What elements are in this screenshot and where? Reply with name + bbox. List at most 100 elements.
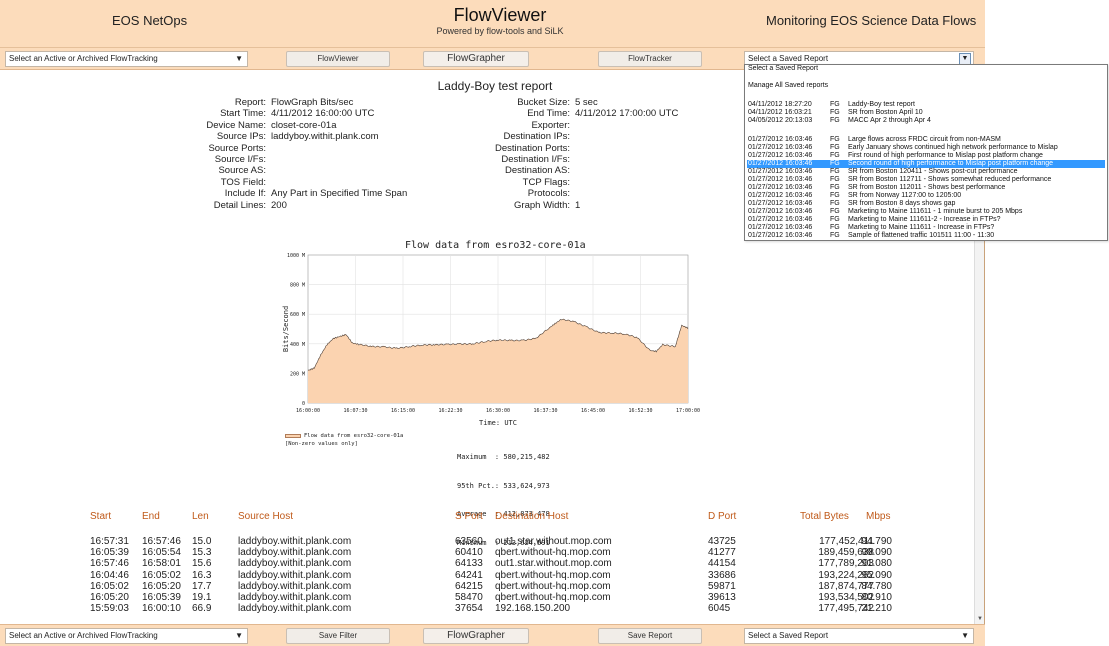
table-cell: laddyboy.withit.plank.com [238, 547, 352, 559]
table-cell: 21.210 [861, 603, 892, 615]
table-cell: 66.9 [192, 603, 212, 615]
table-cell: 15:59:03 [90, 603, 129, 615]
param-label: TCP Flags: [522, 176, 570, 188]
dropdown-option-type: FG [830, 224, 840, 231]
table-cell: 16:05:39 [142, 592, 181, 603]
dropdown-option[interactable]: 01/27/2012 16:03:46 FG Sample of flattened… [747, 232, 1105, 240]
table-cell: 16:58:01 [142, 558, 181, 570]
param-label: End Time: [527, 108, 570, 120]
param-value: 1 [575, 199, 581, 211]
flowviewer-window: EOS NetOps FlowViewer Powered by flow-to… [0, 0, 1109, 646]
param-row: Graph Width: 1 [460, 200, 678, 211]
flow-chart: 0 200 M 400 M 600 M 800 M 1000 M 16:00:00 16:07… [282, 253, 700, 427]
header-left-title: EOS NetOps [112, 13, 188, 28]
table-cell: laddyboy.withit.plank.com [238, 580, 352, 592]
table-cell: qbert.without-hq.mop.com [495, 569, 611, 581]
saved-report-select-bottom-value: Select a Saved Report [748, 631, 829, 640]
dropdown-option-ts: 01/27/2012 16:03:46 [748, 192, 813, 199]
dropdown-option-header[interactable]: Manage All Saved reports [747, 82, 1105, 90]
flowgrapher-button[interactable]: FlowGrapher [423, 51, 529, 67]
dropdown-option[interactable]: 01/27/2012 16:03:46 FG First round of high… [747, 152, 1105, 160]
dropdown-option[interactable]: 01/27/2012 16:03:46 FG SR from Boston 1127… [747, 176, 1105, 184]
save-report-button[interactable]: Save Report [598, 628, 702, 644]
chevron-down-icon: ▼ [235, 631, 243, 640]
legend-entry: Flow data from esro32-core-01a [285, 432, 403, 440]
dropdown-option[interactable]: 04/11/2012 18:27:20 FG Laddy-Boy test repo… [747, 101, 1105, 109]
table-cell: 19.1 [192, 592, 212, 603]
dropdown-option-type: FG [830, 176, 840, 183]
column-header: Destination Host [495, 511, 569, 522]
param-label: Source I/Fs: [214, 153, 266, 165]
param-row: Bucket Size: 5 sec [460, 97, 678, 108]
table-cell: 64133 [455, 558, 483, 570]
table-cell: 15.6 [192, 558, 212, 570]
dropdown-option-ts: 01/27/2012 16:03:46 [748, 168, 813, 175]
dropdown-option-name: Early January shows continued high netwo… [848, 144, 1058, 151]
table-cell: 44154 [708, 558, 736, 570]
dropdown-option[interactable]: 01/27/2012 16:03:46 FG Marketing to Maine … [747, 224, 1105, 232]
column-header: Start [90, 511, 112, 522]
y-tick-label: 400 M [290, 342, 305, 348]
column-header: Len [192, 511, 209, 522]
tracking-select-top[interactable]: Select an Active or Archived FlowTrackin… [5, 51, 248, 67]
x-axis-label: Time: UTC [479, 419, 517, 427]
param-value [570, 188, 575, 199]
param-row: Device Name: closet-core-01a [150, 120, 407, 131]
x-tick-label: 17:00:00 [676, 408, 700, 414]
param-label: Destination Ports: [495, 142, 570, 154]
stat-maximum-value: 580,215,482 [503, 453, 550, 461]
dropdown-option-type: FG [830, 160, 840, 167]
dropdown-option[interactable]: 01/27/2012 16:03:46 FG Marketing to Maine … [747, 208, 1105, 216]
table-cell: 16:00:10 [142, 603, 181, 615]
dropdown-option[interactable]: 04/11/2012 16:03:21 FG SR from Boston Apri… [747, 109, 1105, 117]
dropdown-option-name: Marketing to Maine 111611 - Increase in … [848, 224, 995, 231]
param-label: Report: [234, 97, 266, 108]
dropdown-option-ts: 01/27/2012 16:03:46 [748, 208, 813, 215]
table-cell: 16:57:46 [142, 536, 181, 547]
flowgrapher-button-bottom[interactable]: FlowGrapher [423, 628, 529, 644]
dropdown-option-label: Manage All Saved reports [748, 82, 829, 89]
x-tick-label: 16:15:00 [391, 408, 415, 414]
param-value [570, 165, 575, 176]
dropdown-option[interactable]: 01/27/2012 16:03:46 FG Marketing to Maine … [747, 216, 1105, 224]
table-cell: qbert.without-hq.mop.com [495, 592, 611, 603]
dropdown-option-ts: 04/11/2012 16:03:21 [748, 109, 812, 116]
dropdown-option[interactable]: 01/27/2012 16:03:46 FG Second round of hig… [747, 160, 1105, 168]
table-cell: 16.3 [192, 569, 212, 581]
dropdown-option[interactable]: 04/05/2012 20:13:03 FG MACC Apr 2 through … [747, 117, 1105, 125]
param-label: Source IPs: [216, 131, 266, 143]
table-cell: 15.0 [192, 536, 212, 547]
dropdown-option[interactable]: 01/27/2012 16:03:46 FG SR from Boston 8 da… [747, 200, 1105, 208]
dropdown-option-name: SR from Boston 112711 - Shows somewhat r… [848, 176, 1052, 183]
flowtracker-button[interactable]: FlowTracker [598, 51, 702, 67]
column-header: End [142, 511, 160, 522]
table-cell: 16:05:39 [90, 547, 129, 559]
dropdown-option[interactable]: 01/27/2012 16:03:46 FG Large flows across … [747, 136, 1105, 144]
scroll-down-icon[interactable]: ▼ [977, 616, 983, 622]
param-label: TOS Field: [220, 176, 266, 188]
table-cell: 16:57:46 [90, 558, 129, 570]
dropdown-option-name: Second round of high performance to Misl… [848, 160, 1054, 167]
saved-report-select-bottom[interactable]: Select a Saved Report ▼ [744, 628, 974, 644]
param-label: Source AS: [218, 165, 266, 177]
dropdown-option[interactable]: 01/27/2012 16:03:46 FG SR from Norway 1127… [747, 192, 1105, 200]
app-title: FlowViewer [453, 5, 547, 25]
stat-95th-label: 95th Pct.: [457, 481, 500, 490]
dropdown-option[interactable]: 01/27/2012 16:03:46 FG SR from Boston 1120… [747, 184, 1105, 192]
tracking-select-top-value: Select an Active or Archived FlowTrackin… [9, 54, 158, 63]
dropdown-option-ts: 04/11/2012 18:27:20 [748, 101, 812, 108]
dropdown-option-header[interactable]: Select a Saved Report [747, 65, 1105, 73]
flowviewer-button[interactable]: FlowViewer [286, 51, 390, 67]
report-params-left: Report: FlowGraph Bits/sec Start Time: 4/11… [150, 97, 407, 211]
dropdown-option-type: FG [830, 117, 840, 124]
save-filter-button[interactable]: Save Filter [286, 628, 390, 644]
dropdown-option-type: FG [830, 136, 840, 143]
chevron-down-icon: ▼ [235, 54, 243, 63]
dropdown-option[interactable]: 01/27/2012 16:03:46 FG SR from Boston 1204… [747, 168, 1105, 176]
tracking-select-bottom[interactable]: Select an Active or Archived FlowTrackin… [5, 628, 248, 644]
table-cell: laddyboy.withit.plank.com [238, 603, 352, 615]
table-cell: 16:57:31 [90, 536, 129, 547]
dropdown-option[interactable]: 01/27/2012 16:03:46 FG Early January shows… [747, 144, 1105, 152]
report-params-right: Bucket Size: 5 sec End Time: 4/11/2012 17:0… [460, 97, 678, 211]
dropdown-option-ts: 01/27/2012 16:03:46 [748, 224, 813, 231]
